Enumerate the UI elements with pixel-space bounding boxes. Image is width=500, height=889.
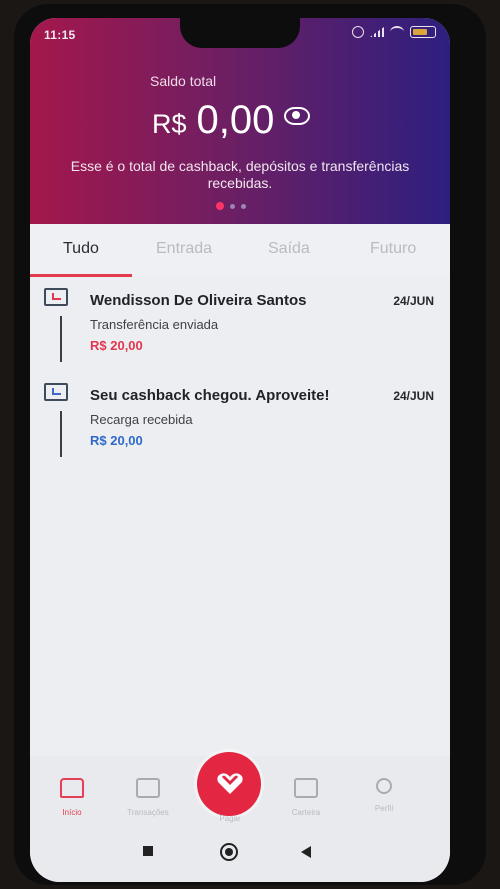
cashback-in-icon — [44, 383, 68, 401]
nav-label: Perfil — [374, 804, 394, 813]
battery-icon — [410, 26, 436, 38]
balance-amount: R$ 0,00 — [152, 98, 311, 143]
status-icons — [352, 26, 436, 38]
back-button[interactable] — [301, 846, 311, 858]
status-time: 11:15 — [44, 28, 76, 42]
system-navigation-bar — [30, 826, 450, 882]
nav-item-transacoes[interactable]: Transações — [118, 778, 178, 820]
user-icon — [376, 778, 392, 794]
transfer-out-icon — [44, 288, 68, 306]
app-screen: 11:15 Saldo total R$ 0,00 Esse é o total… — [30, 18, 450, 882]
nav-item-inicio[interactable]: Início — [42, 778, 102, 820]
tab-futuro[interactable]: Futuro — [370, 240, 416, 258]
transaction-date: 24/JUN — [393, 294, 434, 308]
active-tab-indicator — [30, 274, 132, 277]
transaction-date: 24/JUN — [393, 389, 434, 403]
heart-icon — [217, 773, 243, 794]
transaction-row[interactable]: Seu cashback chegou. Aproveite! 24/JUN R… — [30, 375, 450, 465]
transaction-type: Transferência enviada — [90, 317, 219, 332]
timeline-line — [60, 316, 62, 362]
transactions-icon — [136, 778, 160, 798]
transaction-type: Recarga recebida — [90, 412, 193, 427]
transaction-name: Wendisson De Oliveira Santos — [90, 292, 307, 309]
transaction-row[interactable]: Wendisson De Oliveira Santos 24/JUN Tran… — [30, 280, 450, 370]
recents-button[interactable] — [143, 846, 153, 856]
carousel-dot-1[interactable] — [216, 202, 224, 210]
pay-label: Pagar — [219, 814, 241, 823]
carousel-dot-2[interactable] — [230, 203, 235, 209]
carousel-dots — [216, 202, 246, 210]
wifi-icon — [390, 26, 404, 38]
nav-label: Transações — [127, 808, 169, 817]
tab-tudo[interactable]: Tudo — [63, 240, 99, 258]
transaction-name: Seu cashback chegou. Aproveite! — [90, 387, 330, 404]
eye-icon[interactable] — [284, 107, 311, 125]
filter-tabs: Tudo Entrada Saída Futuro — [30, 224, 450, 277]
signal-icon — [370, 27, 384, 37]
balance-currency: R$ — [152, 109, 187, 139]
nav-label: Início — [62, 808, 82, 817]
balance-header: 11:15 Saldo total R$ 0,00 Esse é o total… — [30, 18, 450, 224]
home-button[interactable] — [220, 843, 238, 861]
nav-item-carteira[interactable]: Carteira — [276, 778, 336, 820]
wallet-icon — [294, 778, 318, 798]
transaction-amount: R$ 20,00 — [90, 338, 143, 353]
tab-saida[interactable]: Saída — [268, 240, 310, 258]
balance-value: 0,00 — [196, 98, 275, 142]
tab-entrada[interactable]: Entrada — [156, 240, 212, 258]
balance-label: Saldo total — [150, 73, 217, 89]
home-icon — [60, 778, 84, 798]
alarm-icon — [352, 26, 364, 38]
camera-notch — [180, 18, 300, 48]
timeline-line — [60, 411, 62, 457]
pay-button[interactable] — [197, 752, 261, 816]
nav-label: Carteira — [291, 808, 321, 817]
nav-item-perfil[interactable]: Perfil — [354, 778, 414, 816]
carousel-dot-3[interactable] — [241, 203, 246, 209]
transaction-amount: R$ 20,00 — [90, 433, 143, 448]
balance-description: Esse é o total de cashback, depósitos e … — [70, 158, 410, 191]
